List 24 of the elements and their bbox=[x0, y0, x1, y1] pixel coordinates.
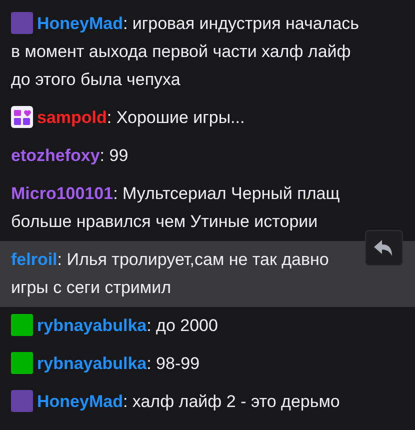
chat-message-highlighted[interactable]: felroil: Илья тролирует,сам не так давно игры с сеги стримил bbox=[0, 241, 415, 307]
message-text: до этого была чепуха bbox=[11, 70, 180, 89]
message-text: : 99 bbox=[100, 146, 128, 165]
message-text: : Мультсериал Черный плащ bbox=[113, 184, 340, 203]
username[interactable]: sampold bbox=[37, 108, 107, 127]
message-text: : Хорошие игры... bbox=[106, 108, 245, 127]
reply-icon bbox=[373, 239, 395, 257]
username[interactable]: rybnayabulka bbox=[37, 316, 147, 335]
message-text: больше нравился чем Утиные истории bbox=[11, 212, 318, 231]
message-text: : Илья тролирует,сам не так давно bbox=[57, 250, 329, 269]
username[interactable]: Micro100101 bbox=[11, 184, 114, 203]
username[interactable]: etozhefoxy bbox=[11, 146, 100, 165]
message-text: в момент аыхода первой части халф лайф bbox=[11, 42, 351, 61]
badge-icon bbox=[11, 106, 33, 128]
message-text: игры с сеги стримил bbox=[11, 278, 172, 297]
message-text: : до 2000 bbox=[146, 316, 218, 335]
username[interactable]: HoneyMad bbox=[37, 14, 123, 33]
reply-button[interactable] bbox=[365, 230, 403, 266]
message-text: : халф лайф 2 - это дерьмо bbox=[122, 392, 340, 411]
message-text: : игровая индустрия началась bbox=[122, 14, 360, 33]
username[interactable]: HoneyMad bbox=[37, 392, 123, 411]
username[interactable]: rybnayabulka bbox=[37, 354, 147, 373]
message-text: : 98-99 bbox=[146, 354, 200, 373]
username[interactable]: felroil bbox=[11, 250, 58, 269]
